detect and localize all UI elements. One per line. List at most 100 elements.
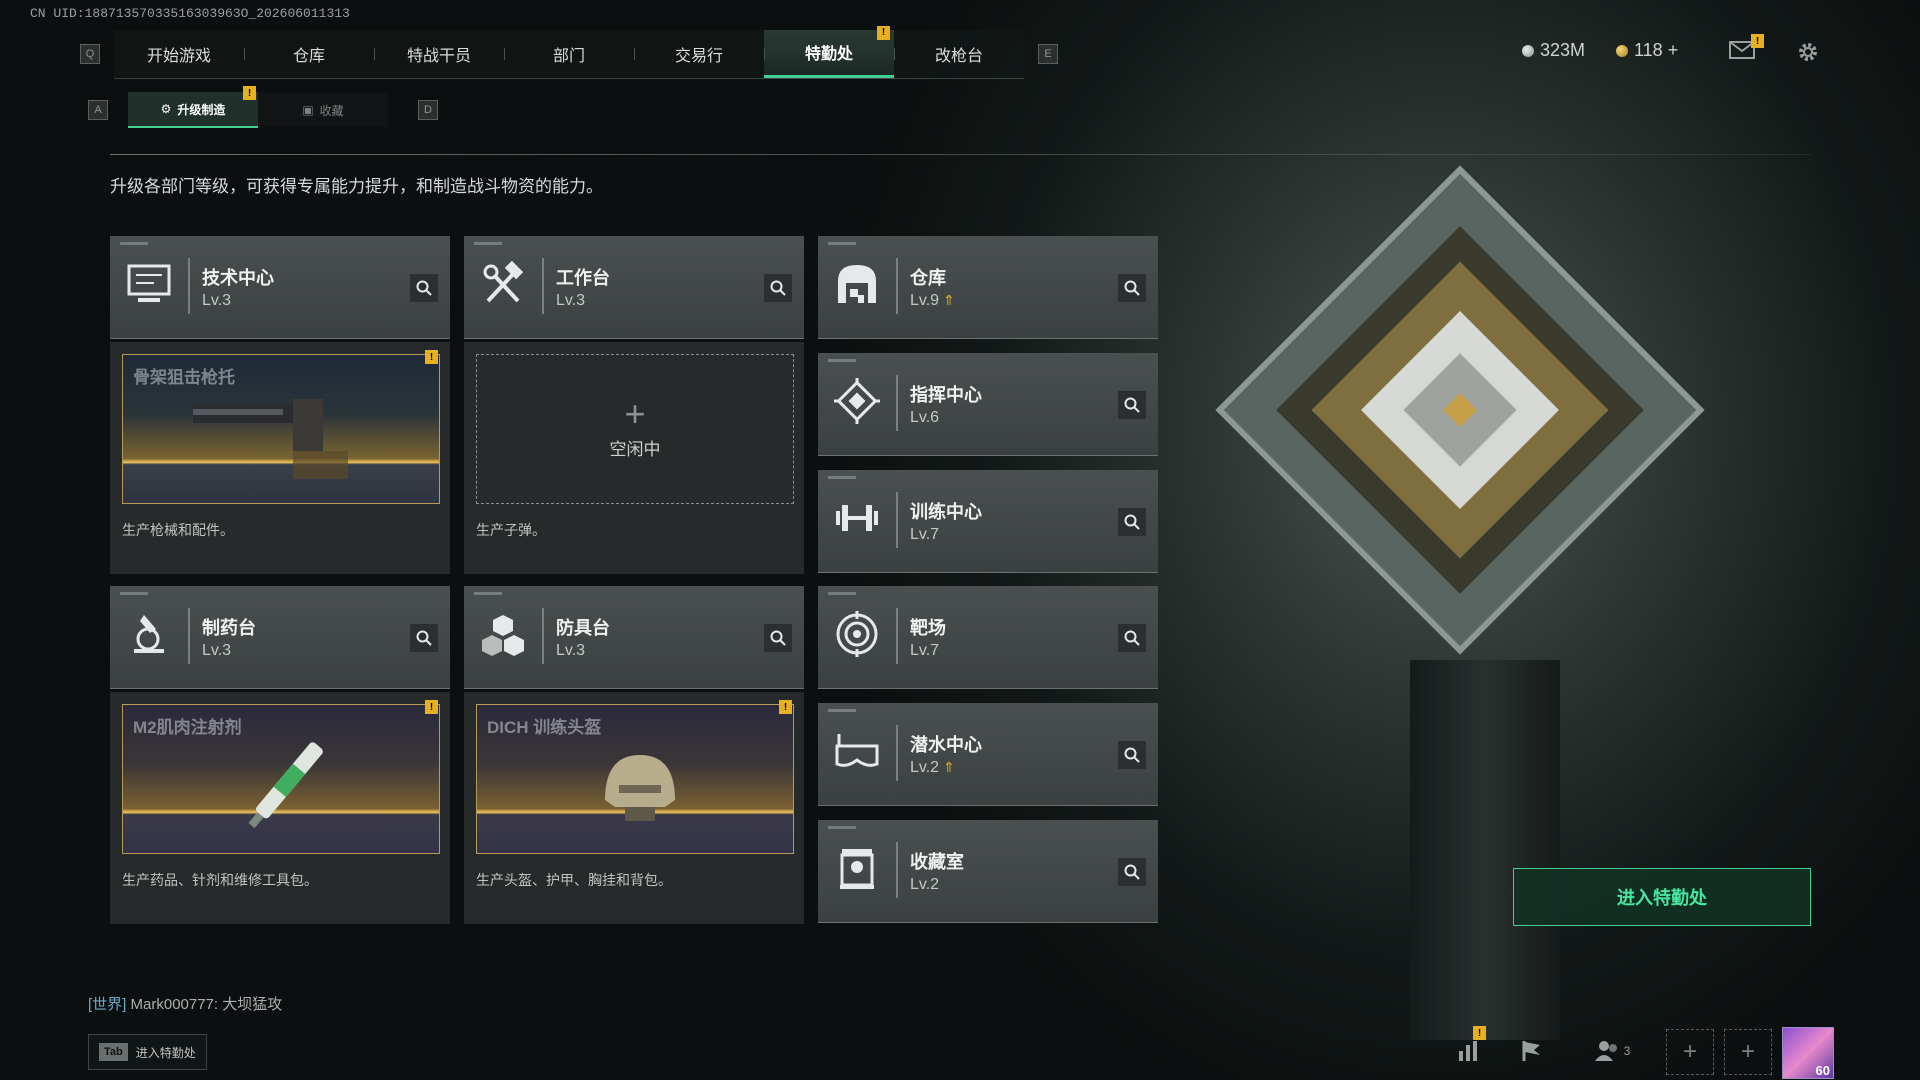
- production-panel-armor[interactable]: DICH 训练头盔 ! 生产头盔、护甲、胸挂和背包。: [464, 692, 804, 924]
- station-card-pharmacy[interactable]: 制药台 Lv.3: [110, 586, 450, 689]
- tab-shortcut-hint[interactable]: Tab 进入特勤处: [88, 1034, 207, 1070]
- stats-button[interactable]: !: [1450, 1026, 1490, 1068]
- station-name: 指挥中心: [910, 385, 982, 405]
- subtab-collection[interactable]: ▣ 收藏: [258, 93, 388, 127]
- card-separator: [896, 842, 898, 898]
- inspect-button[interactable]: [1118, 508, 1146, 536]
- top-navigation: Q 开始游戏 仓库 特战干员 部门 交易行 特勤处 ! 改枪台 E: [80, 25, 1080, 79]
- production-badge: !: [425, 700, 438, 714]
- station-card-armor[interactable]: 防具台 Lv.3: [464, 586, 804, 689]
- tab-key: Tab: [99, 1043, 128, 1061]
- station-card-workbench[interactable]: 工作台 Lv.3: [464, 236, 804, 339]
- station-name: 工作台: [556, 268, 610, 288]
- inspect-button[interactable]: [1118, 858, 1146, 886]
- level-text: Lv.9: [910, 292, 940, 309]
- enter-special-ops-button[interactable]: 进入特勤处: [1513, 868, 1811, 926]
- party-slot-1[interactable]: +: [1666, 1029, 1714, 1075]
- production-panel-workbench[interactable]: + 空闲中 生产子弹。: [464, 342, 804, 574]
- card-separator: [896, 258, 898, 314]
- station-level: Lv.6: [910, 409, 940, 426]
- station-card-command[interactable]: 指挥中心 Lv.6: [818, 353, 1158, 456]
- station-card-diving[interactable]: 潜水中心 Lv.2 ⇑: [818, 703, 1158, 806]
- production-slot[interactable]: 骨架狙击枪托: [122, 354, 440, 504]
- card-separator: [896, 375, 898, 431]
- station-card-training[interactable]: 训练中心 Lv.7: [818, 470, 1158, 573]
- station-card-warehouse[interactable]: 仓库 Lv.9 ⇑: [818, 236, 1158, 339]
- search-icon: [1124, 514, 1140, 530]
- player-avatar[interactable]: 60: [1782, 1027, 1834, 1079]
- card-tag: [474, 592, 502, 595]
- station-card-tech[interactable]: 技术中心 Lv.3: [110, 236, 450, 339]
- station-level: Lv.9 ⇑: [910, 292, 955, 310]
- helmet-icon: [605, 755, 675, 821]
- target-icon: [832, 608, 882, 660]
- world-chat[interactable]: [世界] Mark000777: 大坝猛攻: [88, 993, 282, 1014]
- stats-badge: !: [1473, 1026, 1486, 1040]
- production-panel-pharmacy[interactable]: M2肌肉注射剂 ! 生产药品、针剂和维修工具包。: [110, 692, 450, 924]
- nav-prev-key: Q: [80, 44, 100, 64]
- tab-special-ops-label: 特勤处: [804, 46, 853, 63]
- subtab-upgrade-label: 升级制造: [177, 102, 226, 117]
- upgrade-arrow-icon: ⇑: [943, 759, 955, 775]
- card-tag: [828, 826, 856, 829]
- mail-button[interactable]: !: [1728, 34, 1764, 60]
- production-slot[interactable]: DICH 训练头盔: [476, 704, 794, 854]
- inspect-button[interactable]: [1118, 391, 1146, 419]
- tab-trading[interactable]: 交易行: [634, 30, 764, 78]
- station-level: Lv.3: [556, 292, 586, 309]
- trophy-icon: [832, 842, 882, 894]
- bar-chart-icon: [1459, 1041, 1477, 1061]
- inspect-button[interactable]: [410, 624, 438, 652]
- card-separator: [542, 258, 544, 314]
- nav-next-key: E: [1038, 44, 1058, 64]
- gear-icon: [1799, 43, 1817, 61]
- card-separator: [188, 258, 190, 314]
- inspect-button[interactable]: [1118, 624, 1146, 652]
- tab-special-ops[interactable]: 特勤处 !: [764, 25, 894, 78]
- idle-status: 空闲中: [609, 439, 661, 459]
- party-slot-2[interactable]: +: [1724, 1029, 1772, 1075]
- level-text: Lv.2: [910, 759, 940, 776]
- production-badge: !: [425, 350, 438, 364]
- production-item-name: M2肌肉注射剂: [133, 718, 242, 737]
- tab-departments[interactable]: 部门: [504, 30, 634, 78]
- station-name: 制药台: [202, 618, 256, 638]
- inspect-button[interactable]: [764, 624, 792, 652]
- station-name: 技术中心: [202, 268, 274, 288]
- mail-badge: !: [1751, 34, 1764, 48]
- production-panel-tech[interactable]: 骨架狙击枪托 ! 生产枪械和配件。: [110, 342, 450, 574]
- inspect-button[interactable]: [1118, 741, 1146, 769]
- inspect-button[interactable]: [1118, 274, 1146, 302]
- subtab-upgrade[interactable]: ⚙ 升级制造 !: [128, 86, 258, 128]
- currency-gold[interactable]: 118 +: [1616, 40, 1678, 61]
- inspect-button[interactable]: [410, 274, 438, 302]
- gold-amount: 118 +: [1634, 40, 1679, 60]
- friends-button[interactable]: 3: [1584, 1034, 1640, 1068]
- add-icon: +: [1682, 1038, 1697, 1065]
- search-icon: [1124, 864, 1140, 880]
- production-description: 生产子弹。: [476, 522, 546, 538]
- tab-start-game[interactable]: 开始游戏: [114, 30, 244, 78]
- station-card-range[interactable]: 靶场 Lv.7: [818, 586, 1158, 689]
- flag-button[interactable]: [1512, 1034, 1552, 1068]
- page-description: 升级各部门等级，可获得专属能力提升，和制造战斗物资的能力。: [110, 177, 603, 196]
- currency-silver: 323M: [1522, 40, 1585, 61]
- friends-icon: [1594, 1041, 1617, 1061]
- warehouse-icon: [832, 258, 882, 310]
- card-separator: [188, 608, 190, 664]
- tab-gunsmith[interactable]: 改枪台: [894, 30, 1024, 78]
- friends-count: 3: [1623, 1044, 1631, 1058]
- add-icon: +: [1740, 1038, 1755, 1065]
- player-level: 60: [1815, 1063, 1830, 1078]
- tab-warehouse[interactable]: 仓库: [244, 30, 374, 78]
- station-level: Lv.7: [910, 642, 940, 659]
- production-slot[interactable]: M2肌肉注射剂: [122, 704, 440, 854]
- search-icon: [416, 630, 432, 646]
- inspect-button[interactable]: [764, 274, 792, 302]
- special-ops-cube-image: [1180, 130, 1740, 690]
- settings-button[interactable]: [1796, 40, 1820, 64]
- tab-operators[interactable]: 特战干员: [374, 30, 504, 78]
- rifle-stock-icon: [193, 399, 348, 479]
- station-card-collection[interactable]: 收藏室 Lv.2: [818, 820, 1158, 923]
- empty-production-slot[interactable]: + 空闲中: [476, 354, 794, 504]
